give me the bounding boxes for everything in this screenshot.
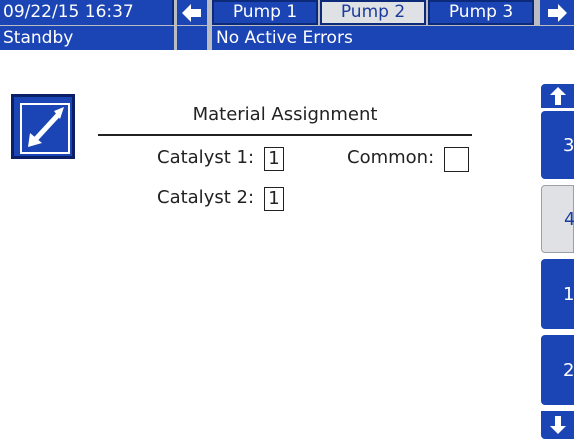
- catalyst-2-field[interactable]: 1: [264, 187, 284, 211]
- title-divider: [98, 134, 472, 136]
- tab-pump-3[interactable]: Pump 3: [428, 0, 534, 25]
- side-tab-2[interactable]: 2: [541, 335, 574, 405]
- status-indicator: [177, 26, 207, 50]
- datetime-display: 09/22/15 16:37: [0, 0, 174, 25]
- side-tab-4[interactable]: 4: [541, 185, 574, 253]
- arrow-right-icon: [548, 3, 567, 22]
- tab-prev-button[interactable]: [177, 0, 207, 25]
- scroll-down-button[interactable]: [541, 411, 574, 439]
- catalyst-1-field[interactable]: 1: [264, 147, 284, 171]
- edit-button[interactable]: [11, 94, 75, 159]
- catalyst-2-label: Catalyst 2:: [157, 187, 255, 208]
- arrow-left-icon: [182, 3, 201, 22]
- common-label: Common:: [347, 147, 435, 168]
- page-title: Material Assignment: [192, 104, 378, 125]
- tab-next-button[interactable]: [540, 0, 574, 25]
- catalyst-1-label: Catalyst 1:: [157, 147, 255, 168]
- side-tab-1[interactable]: 1: [541, 259, 574, 329]
- common-field[interactable]: [444, 147, 469, 172]
- tab-pump-2[interactable]: Pump 2: [320, 0, 426, 25]
- system-status: Standby: [0, 26, 174, 50]
- error-status: No Active Errors: [212, 26, 574, 50]
- side-tab-3[interactable]: 3: [541, 111, 574, 179]
- arrow-up-icon: [549, 87, 566, 105]
- arrow-down-icon: [549, 416, 566, 434]
- edit-icon: [28, 107, 64, 147]
- scroll-up-button[interactable]: [541, 84, 574, 108]
- tab-pump-1[interactable]: Pump 1: [212, 0, 318, 25]
